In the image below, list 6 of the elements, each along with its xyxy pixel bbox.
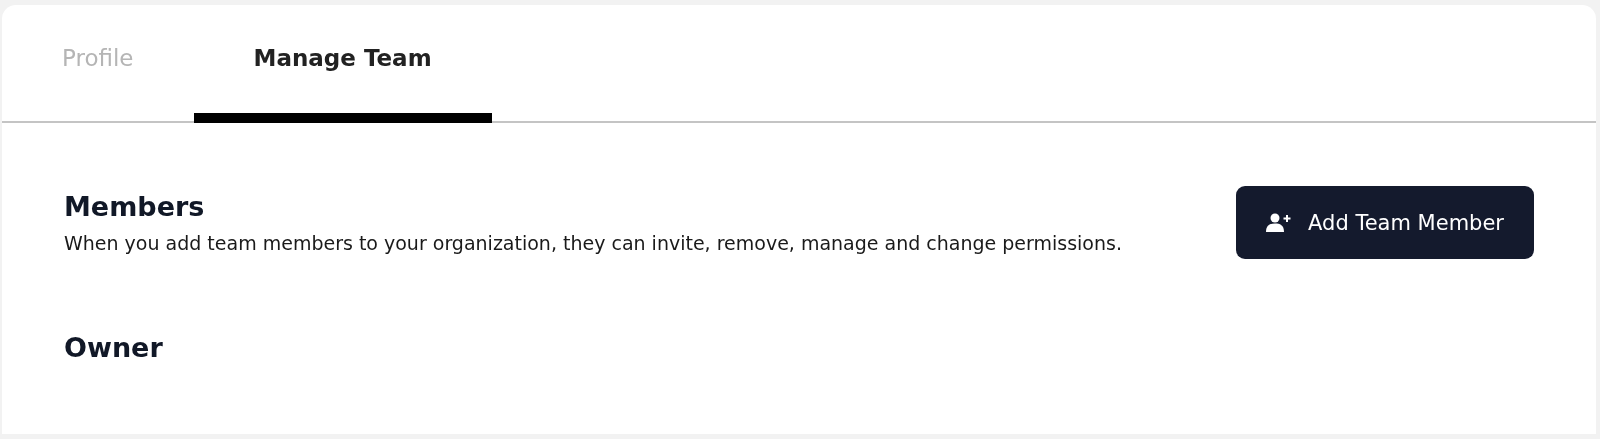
section-title: Owner [64,331,164,365]
tab[interactable]: Manage Team [193,5,492,121]
section-title: Members [64,190,206,224]
add-user-icon [1266,212,1293,233]
add-member-button[interactable]: Add Team Member [1236,186,1534,259]
section-description: When you add team members to your organization, they can invite, remove, manage and change permissions. [64,231,1122,256]
